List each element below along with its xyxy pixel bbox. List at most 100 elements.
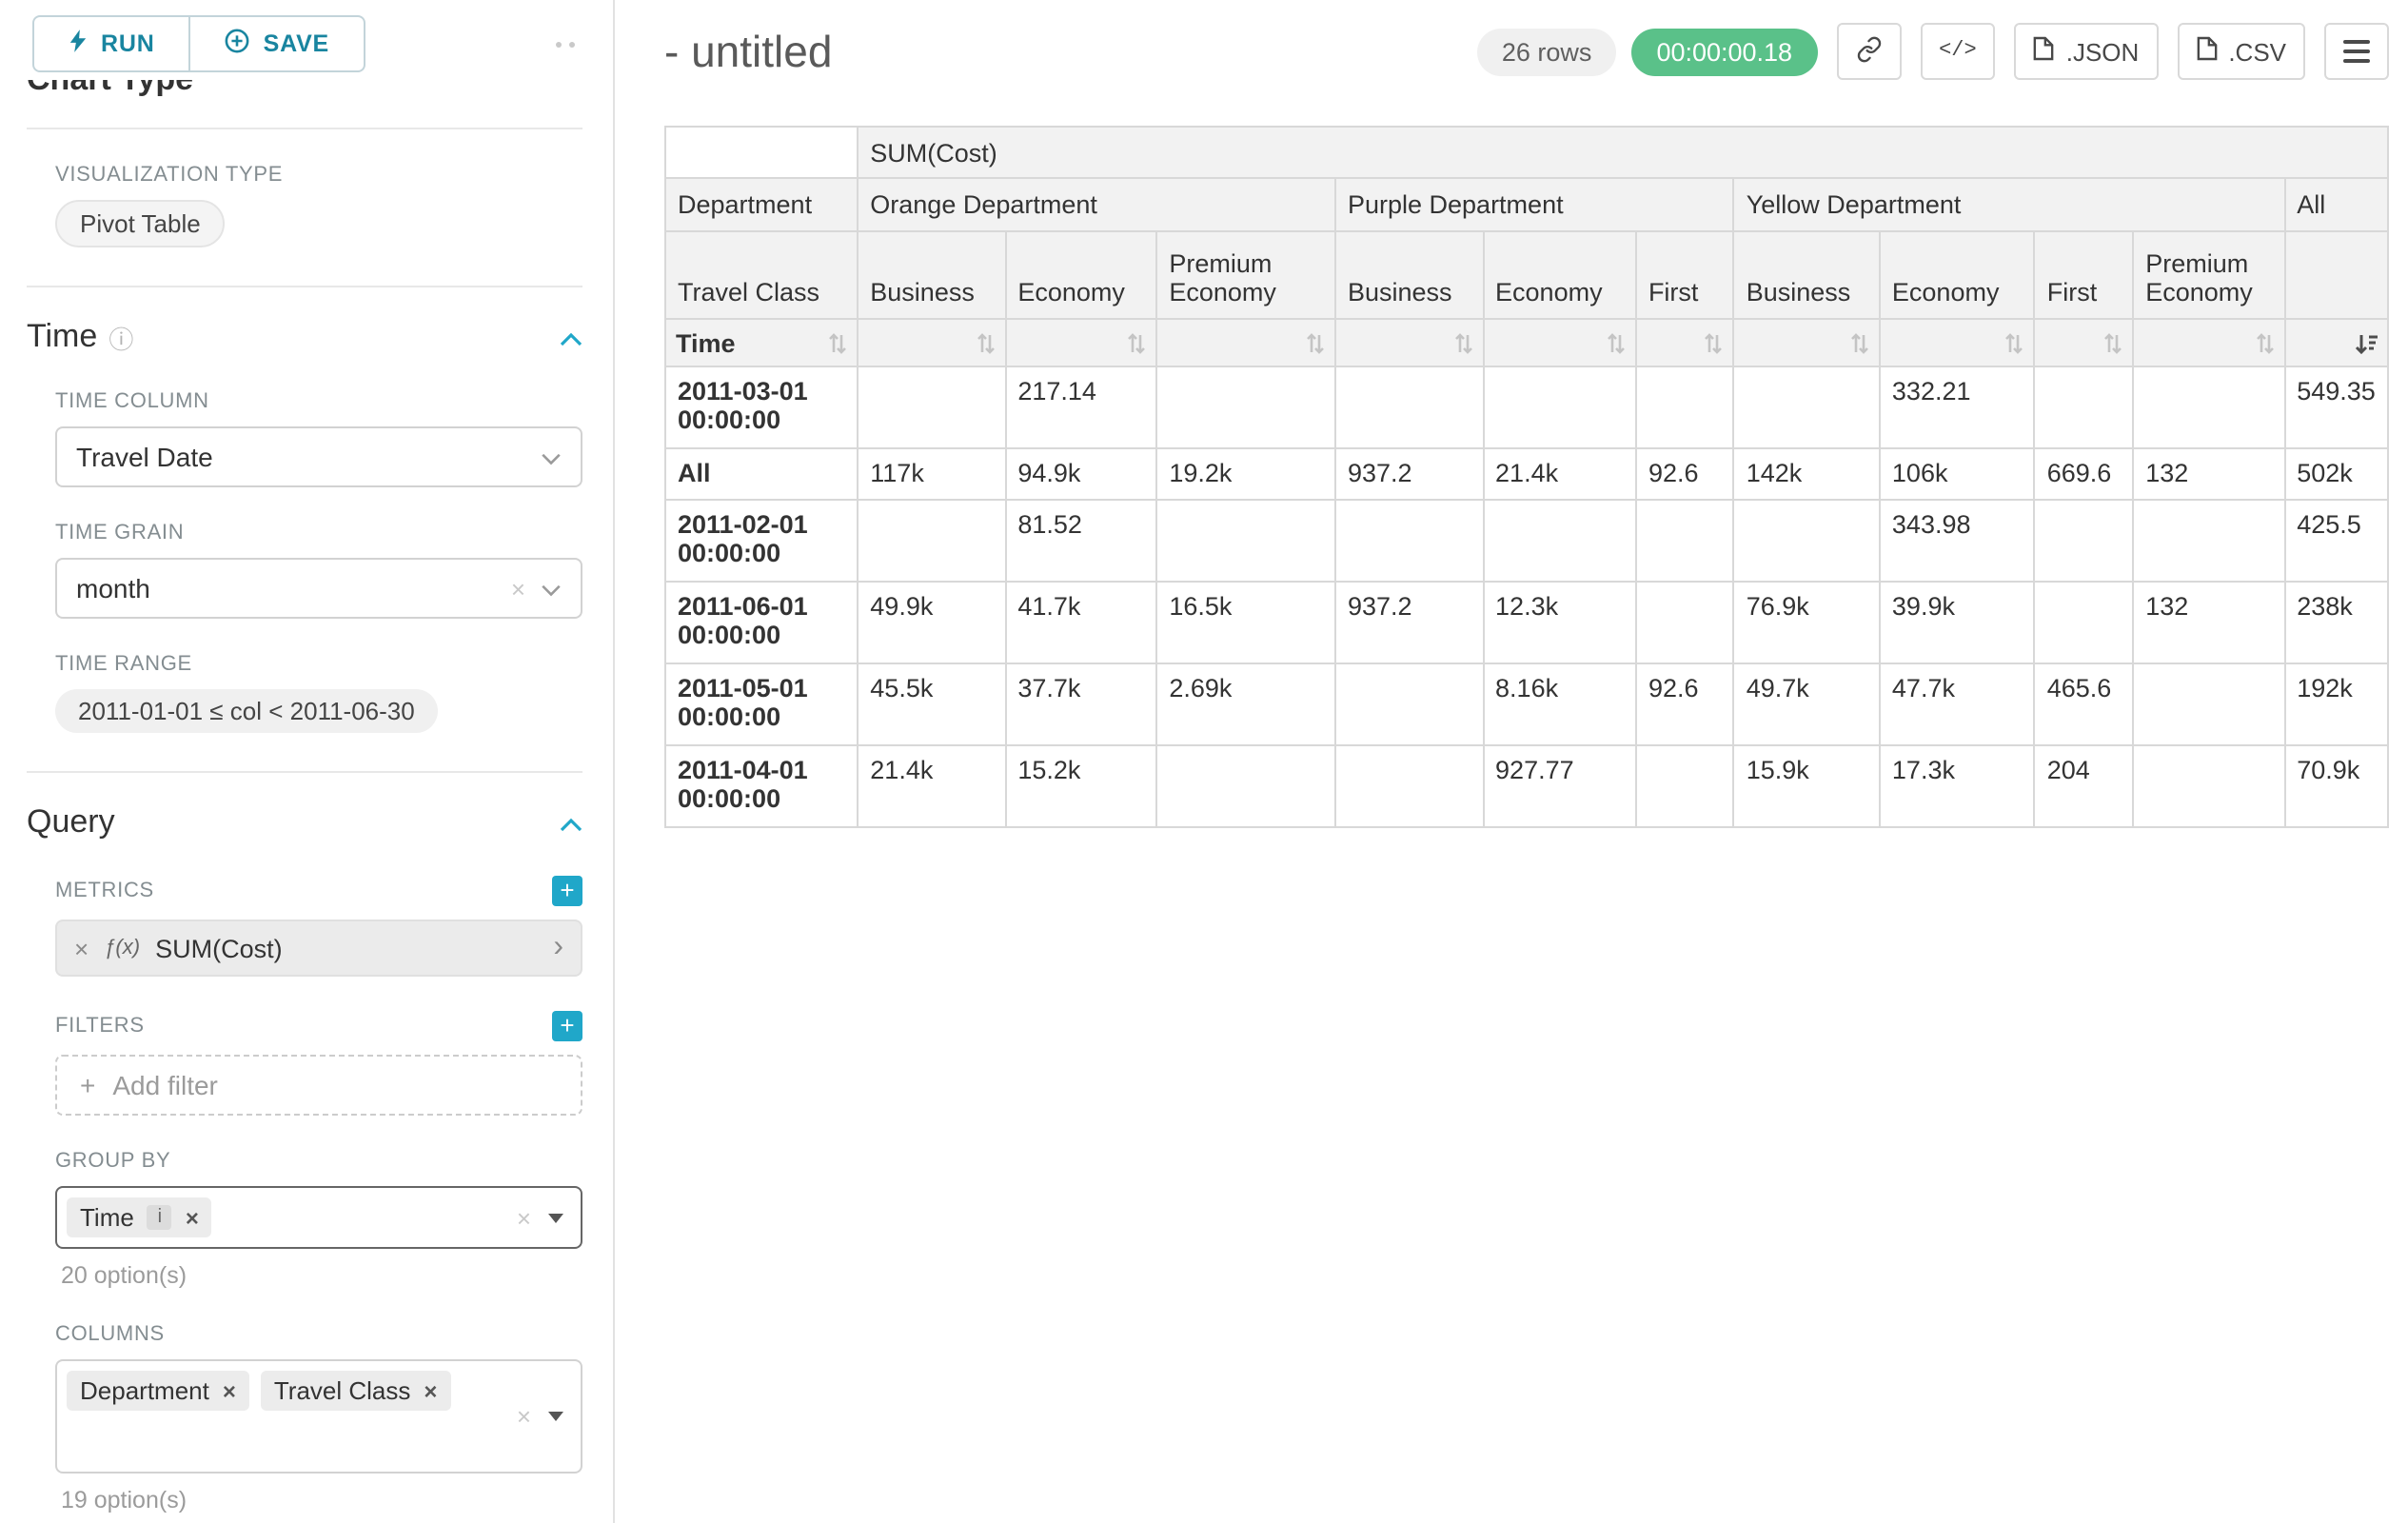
view-query-button[interactable]: </> [1920,23,1996,80]
pivot-cell [1156,366,1335,448]
column-sort-header[interactable] [1156,319,1335,366]
pivot-cell: 81.52 [1005,500,1156,582]
chevron-up-icon[interactable] [560,803,582,841]
query-section-title: Query [27,803,115,841]
export-json-button[interactable]: .JSON [2015,23,2159,80]
time-axis-label: Time [676,328,736,357]
pivot-cell [1335,663,1483,745]
pivot-cell: 937.2 [1335,582,1483,663]
pivot-row: 2011-02-01 00:00:0081.52343.98425.5 [665,500,2388,582]
metric-header-row: SUM(Cost) [665,127,2388,178]
pivot-cell [1636,366,1734,448]
visualization-type-label: VISUALIZATION TYPE [55,164,582,187]
travel-class-header: Economy [1483,231,1636,319]
export-csv-button[interactable]: .CSV [2177,23,2305,80]
time-column-label: TIME COLUMN [55,390,582,413]
remove-tag-icon[interactable]: × [424,1377,437,1404]
remove-metric-icon[interactable]: × [74,934,89,962]
chevron-up-icon[interactable] [560,318,582,356]
add-metric-button[interactable]: + [552,876,582,906]
clear-icon[interactable]: × [511,574,525,603]
remove-tag-icon[interactable]: × [186,1204,199,1231]
pivot-cell: 132 [2133,448,2284,500]
divider [27,286,582,287]
pivot-cell: 465.6 [2035,663,2134,745]
pivot-cell [1636,745,1734,827]
column-sort-header[interactable] [1005,319,1156,366]
metric-chip[interactable]: × ƒ(x) SUM(Cost) › [55,920,582,977]
column-sort-header[interactable] [1880,319,2035,366]
sort-arrows-icon [1705,332,1724,353]
save-button[interactable]: SAVE [191,15,365,72]
chart-title[interactable]: - untitled [664,26,832,77]
pivot-table: SUM(Cost)DepartmentOrange DepartmentPurp… [664,126,2389,828]
pivot-cell: 549.35 [2284,366,2388,448]
columns-label: COLUMNS [55,1323,582,1346]
pivot-cell: 16.5k [1156,582,1335,663]
drag-handle-icon [556,41,575,47]
column-sort-header[interactable] [2284,319,2388,366]
pivot-cell [858,366,1005,448]
add-filter-button[interactable]: + Add filter [55,1055,582,1116]
pivot-cell: 332.21 [1880,366,2035,448]
pivot-cell [1335,745,1483,827]
pivot-cell [1156,745,1335,827]
pivot-cell: 76.9k [1734,582,1880,663]
time-column-select[interactable]: Travel Date [55,426,582,487]
pivot-cell [1335,500,1483,582]
time-axis-sort-header[interactable]: Time [665,319,858,366]
pivot-row: All117k94.9k19.2k937.221.4k92.6142k106k6… [665,448,2388,500]
sort-arrows-icon [1306,332,1325,353]
column-sort-header[interactable] [2035,319,2134,366]
chevron-right-icon[interactable]: › [553,933,563,963]
sort-arrows-icon [1453,332,1472,353]
group-by-select[interactable]: Time i × × [55,1186,582,1249]
travel-class-header: Economy [1880,231,2035,319]
pivot-cell: 49.7k [1734,663,1880,745]
time-grain-select[interactable]: month × [55,558,582,619]
pivot-cell [2133,366,2284,448]
pivot-cell [1636,582,1734,663]
column-sort-header[interactable] [1483,319,1636,366]
group-by-tag[interactable]: Time i × [67,1197,212,1237]
pivot-cell: 39.9k [1880,582,2035,663]
columns-select[interactable]: Department × Travel Class × × [55,1359,582,1474]
time-range-pill[interactable]: 2011-01-01 ≤ col < 2011-06-30 [55,689,438,733]
pivot-cell: 92.6 [1636,448,1734,500]
pivot-cell: 17.3k [1880,745,2035,827]
travel-class-header: Economy [1005,231,1156,319]
share-link-button[interactable] [1836,23,1901,80]
plus-circle-icon [226,29,250,59]
run-button[interactable]: RUN [32,15,191,72]
pivot-cell [2133,745,2284,827]
file-icon [2034,36,2055,67]
visualization-type-pill[interactable]: Pivot Table [55,200,226,247]
remove-tag-icon[interactable]: × [223,1377,236,1404]
column-sort-header[interactable] [1734,319,1880,366]
pivot-cell: 238k [2284,582,2388,663]
column-sort-header[interactable] [1335,319,1483,366]
column-sort-header[interactable] [1636,319,1734,366]
export-csv-label: .CSV [2228,37,2286,66]
pivot-cell: 425.5 [2284,500,2388,582]
clear-icon[interactable]: × [517,1203,531,1232]
chart-type-heading-clipped: Chart Type [27,80,582,109]
menu-button[interactable] [2324,23,2389,80]
pivot-cell: 502k [2284,448,2388,500]
sort-arrows-icon [828,332,847,353]
metric-chip-label: SUM(Cost) [155,934,283,962]
time-section-header[interactable]: Time ⓘ [27,318,582,356]
clear-icon[interactable]: × [517,1402,531,1431]
column-sort-header[interactable] [2133,319,2284,366]
columns-tag[interactable]: Travel Class × [261,1371,451,1411]
pivot-cell: 204 [2035,745,2134,827]
pivot-row: 2011-03-01 00:00:00217.14332.21549.35 [665,366,2388,448]
pivot-cell [1156,500,1335,582]
pivot-cell: 15.2k [1005,745,1156,827]
add-filter-plus-button[interactable]: + [552,1011,582,1041]
column-sort-header[interactable] [858,319,1005,366]
columns-tag[interactable]: Department × [67,1371,249,1411]
query-section-header[interactable]: Query [27,803,582,841]
pivot-cell [2133,500,2284,582]
travel-class-header: First [1636,231,1734,319]
